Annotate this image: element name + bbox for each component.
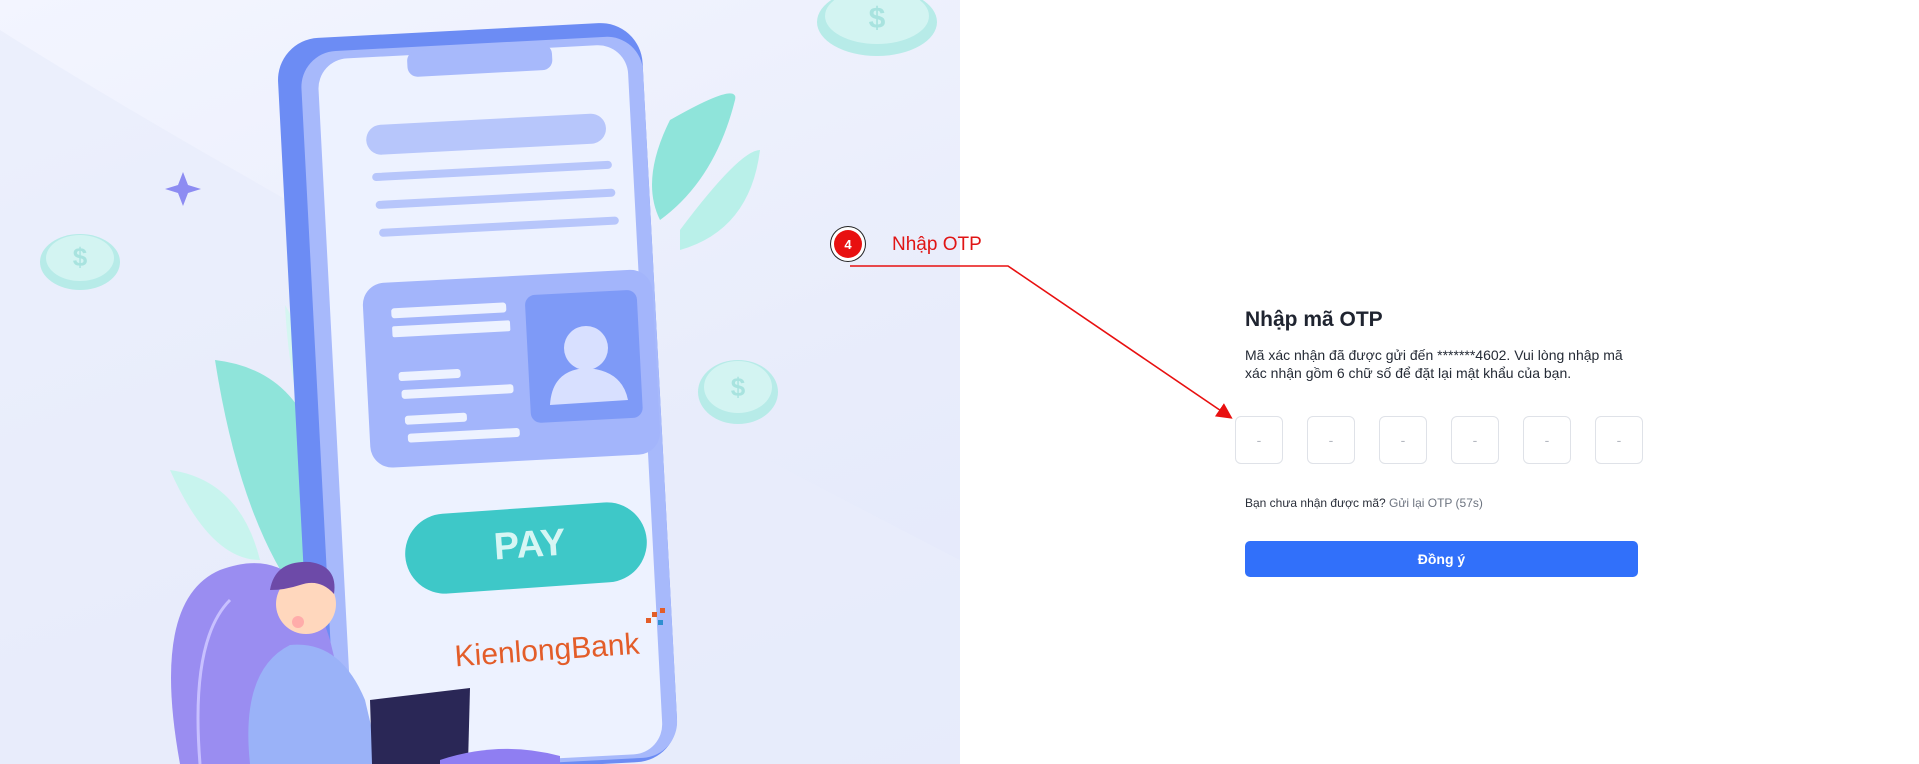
svg-text:$: $ — [869, 2, 886, 35]
pay-label: PAY — [492, 522, 567, 569]
coin-icon: $ — [817, 0, 937, 56]
otp-digit-6[interactable] — [1595, 416, 1643, 464]
otp-digit-4[interactable] — [1451, 416, 1499, 464]
resend-prompt: Bạn chưa nhận được mã? — [1245, 496, 1386, 510]
otp-form: Nhập mã OTP Mã xác nhận đã được gửi đến … — [1245, 308, 1645, 382]
svg-text:$: $ — [731, 372, 746, 402]
otp-digit-1[interactable] — [1235, 416, 1283, 464]
otp-title: Nhập mã OTP — [1245, 308, 1645, 332]
form-panel — [960, 0, 1919, 764]
step-badge: 4 — [831, 227, 865, 261]
coin-icon: $ — [40, 234, 120, 290]
otp-digit-5[interactable] — [1523, 416, 1571, 464]
otp-digit-2[interactable] — [1307, 416, 1355, 464]
kienlongbank-illustration: $ $ $ — [0, 0, 960, 764]
coin-icon: $ — [698, 360, 778, 424]
otp-digit-3[interactable] — [1379, 416, 1427, 464]
otp-input-group — [1235, 416, 1655, 468]
submit-button[interactable]: Đồng ý — [1245, 541, 1638, 577]
otp-description: Mã xác nhận đã được gửi đến *******4602.… — [1245, 346, 1643, 382]
illustration-panel: $ $ $ — [0, 0, 960, 764]
annotation-label: Nhập OTP — [892, 234, 982, 256]
phone-illustration: PAY KienlongBank — [276, 21, 679, 764]
step-number: 4 — [834, 230, 862, 258]
svg-text:$: $ — [73, 242, 88, 272]
resend-otp-link[interactable]: Gửi lại OTP (57s) — [1389, 496, 1483, 510]
resend-row: Bạn chưa nhận được mã? Gửi lại OTP (57s) — [1245, 496, 1483, 510]
